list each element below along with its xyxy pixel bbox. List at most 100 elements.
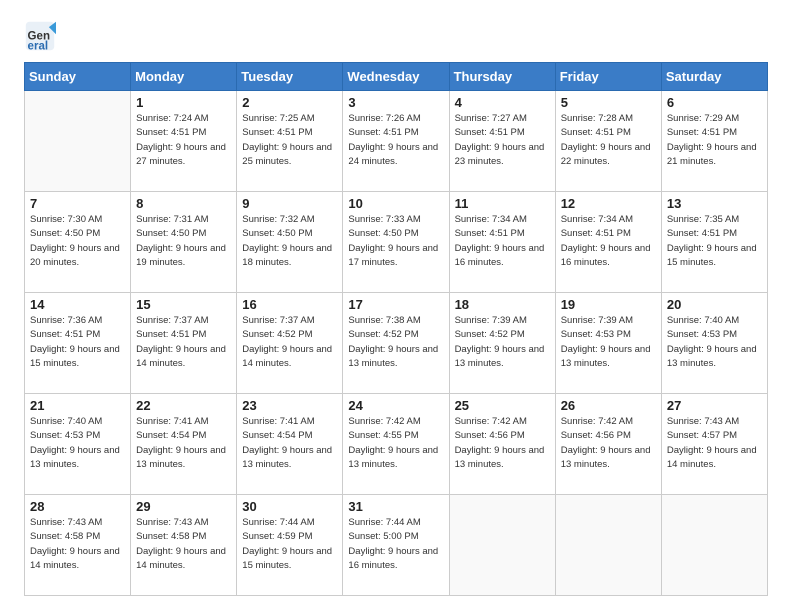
day-number: 29 — [136, 499, 231, 514]
day-info: Sunrise: 7:42 AMSunset: 4:55 PMDaylight:… — [348, 415, 443, 472]
day-cell: 6Sunrise: 7:29 AMSunset: 4:51 PMDaylight… — [661, 91, 767, 192]
weekday-header-saturday: Saturday — [661, 63, 767, 91]
day-number: 3 — [348, 95, 443, 110]
day-number: 24 — [348, 398, 443, 413]
day-info: Sunrise: 7:25 AMSunset: 4:51 PMDaylight:… — [242, 112, 337, 169]
day-info: Sunrise: 7:34 AMSunset: 4:51 PMDaylight:… — [561, 213, 656, 270]
day-info: Sunrise: 7:37 AMSunset: 4:51 PMDaylight:… — [136, 314, 231, 371]
weekday-header-row: SundayMondayTuesdayWednesdayThursdayFrid… — [25, 63, 768, 91]
day-info: Sunrise: 7:26 AMSunset: 4:51 PMDaylight:… — [348, 112, 443, 169]
day-info: Sunrise: 7:34 AMSunset: 4:51 PMDaylight:… — [455, 213, 550, 270]
day-cell: 7Sunrise: 7:30 AMSunset: 4:50 PMDaylight… — [25, 192, 131, 293]
day-info: Sunrise: 7:29 AMSunset: 4:51 PMDaylight:… — [667, 112, 762, 169]
header: Gen eral — [24, 20, 768, 52]
day-cell: 27 Sunrise: 7:43 AMSunset: 4:57 PMDayligh… — [661, 394, 767, 495]
day-number: 21 — [30, 398, 125, 413]
day-info: Sunrise: 7:40 AMSunset: 4:53 PMDaylight:… — [667, 314, 762, 371]
day-cell: 20 Sunrise: 7:40 AMSunset: 4:53 PMDayligh… — [661, 293, 767, 394]
day-cell: 5 Sunrise: 7:28 AMSunset: 4:51 PMDaylight… — [555, 91, 661, 192]
day-number: 20 — [667, 297, 762, 312]
day-cell: 21 Sunrise: 7:40 AMSunset: 4:53 PMDayligh… — [25, 394, 131, 495]
day-info: Sunrise: 7:24 AMSunset: 4:51 PMDaylight:… — [136, 112, 231, 169]
weekday-header-thursday: Thursday — [449, 63, 555, 91]
weekday-header-friday: Friday — [555, 63, 661, 91]
day-cell: 4Sunrise: 7:27 AMSunset: 4:51 PMDaylight… — [449, 91, 555, 192]
day-info: Sunrise: 7:43 AMSunset: 4:58 PMDaylight:… — [136, 516, 231, 573]
day-info: Sunrise: 7:39 AMSunset: 4:52 PMDaylight:… — [455, 314, 550, 371]
day-info: Sunrise: 7:33 AMSunset: 4:50 PMDaylight:… — [348, 213, 443, 270]
day-cell: 30 Sunrise: 7:44 AMSunset: 4:59 PMDayligh… — [237, 495, 343, 596]
day-number: 15 — [136, 297, 231, 312]
day-cell: 22 Sunrise: 7:41 AMSunset: 4:54 PMDayligh… — [131, 394, 237, 495]
day-cell: 24 Sunrise: 7:42 AMSunset: 4:55 PMDayligh… — [343, 394, 449, 495]
day-info: Sunrise: 7:44 AMSunset: 5:00 PMDaylight:… — [348, 516, 443, 573]
day-info: Sunrise: 7:41 AMSunset: 4:54 PMDaylight:… — [136, 415, 231, 472]
day-number: 31 — [348, 499, 443, 514]
day-info: Sunrise: 7:40 AMSunset: 4:53 PMDaylight:… — [30, 415, 125, 472]
day-info: Sunrise: 7:30 AMSunset: 4:50 PMDaylight:… — [30, 213, 125, 270]
day-number: 28 — [30, 499, 125, 514]
day-info: Sunrise: 7:38 AMSunset: 4:52 PMDaylight:… — [348, 314, 443, 371]
day-number: 11 — [455, 196, 550, 211]
day-info: Sunrise: 7:42 AMSunset: 4:56 PMDaylight:… — [561, 415, 656, 472]
day-info: Sunrise: 7:44 AMSunset: 4:59 PMDaylight:… — [242, 516, 337, 573]
weekday-header-monday: Monday — [131, 63, 237, 91]
day-number: 23 — [242, 398, 337, 413]
day-info: Sunrise: 7:37 AMSunset: 4:52 PMDaylight:… — [242, 314, 337, 371]
week-row-1: 1 Sunrise: 7:24 AMSunset: 4:51 PMDaylight… — [25, 91, 768, 192]
day-info: Sunrise: 7:32 AMSunset: 4:50 PMDaylight:… — [242, 213, 337, 270]
day-number: 10 — [348, 196, 443, 211]
day-info: Sunrise: 7:28 AMSunset: 4:51 PMDaylight:… — [561, 112, 656, 169]
day-number: 1 — [136, 95, 231, 110]
day-cell — [555, 495, 661, 596]
day-cell: 9Sunrise: 7:32 AMSunset: 4:50 PMDaylight… — [237, 192, 343, 293]
day-info: Sunrise: 7:43 AMSunset: 4:58 PMDaylight:… — [30, 516, 125, 573]
calendar-table: SundayMondayTuesdayWednesdayThursdayFrid… — [24, 62, 768, 596]
day-cell: 11 Sunrise: 7:34 AMSunset: 4:51 PMDayligh… — [449, 192, 555, 293]
day-cell: 15 Sunrise: 7:37 AMSunset: 4:51 PMDayligh… — [131, 293, 237, 394]
day-number: 14 — [30, 297, 125, 312]
day-cell: 8Sunrise: 7:31 AMSunset: 4:50 PMDaylight… — [131, 192, 237, 293]
day-info: Sunrise: 7:43 AMSunset: 4:57 PMDaylight:… — [667, 415, 762, 472]
day-cell: 29 Sunrise: 7:43 AMSunset: 4:58 PMDayligh… — [131, 495, 237, 596]
day-number: 25 — [455, 398, 550, 413]
day-cell: 19 Sunrise: 7:39 AMSunset: 4:53 PMDayligh… — [555, 293, 661, 394]
day-cell: 10 Sunrise: 7:33 AMSunset: 4:50 PMDayligh… — [343, 192, 449, 293]
day-cell — [661, 495, 767, 596]
day-number: 12 — [561, 196, 656, 211]
day-cell: 17 Sunrise: 7:38 AMSunset: 4:52 PMDayligh… — [343, 293, 449, 394]
day-cell: 12 Sunrise: 7:34 AMSunset: 4:51 PMDayligh… — [555, 192, 661, 293]
weekday-header-wednesday: Wednesday — [343, 63, 449, 91]
day-cell: 25 Sunrise: 7:42 AMSunset: 4:56 PMDayligh… — [449, 394, 555, 495]
day-cell — [25, 91, 131, 192]
day-cell: 18 Sunrise: 7:39 AMSunset: 4:52 PMDayligh… — [449, 293, 555, 394]
weekday-header-sunday: Sunday — [25, 63, 131, 91]
day-number: 27 — [667, 398, 762, 413]
day-number: 2 — [242, 95, 337, 110]
day-info: Sunrise: 7:42 AMSunset: 4:56 PMDaylight:… — [455, 415, 550, 472]
day-number: 17 — [348, 297, 443, 312]
day-number: 22 — [136, 398, 231, 413]
week-row-4: 21 Sunrise: 7:40 AMSunset: 4:53 PMDayligh… — [25, 394, 768, 495]
day-cell: 16 Sunrise: 7:37 AMSunset: 4:52 PMDayligh… — [237, 293, 343, 394]
day-info: Sunrise: 7:36 AMSunset: 4:51 PMDaylight:… — [30, 314, 125, 371]
day-number: 19 — [561, 297, 656, 312]
week-row-2: 7Sunrise: 7:30 AMSunset: 4:50 PMDaylight… — [25, 192, 768, 293]
day-number: 30 — [242, 499, 337, 514]
day-cell: 13Sunrise: 7:35 AMSunset: 4:51 PMDayligh… — [661, 192, 767, 293]
day-cell: 31 Sunrise: 7:44 AMSunset: 5:00 PMDayligh… — [343, 495, 449, 596]
day-number: 16 — [242, 297, 337, 312]
day-number: 26 — [561, 398, 656, 413]
day-info: Sunrise: 7:41 AMSunset: 4:54 PMDaylight:… — [242, 415, 337, 472]
day-info: Sunrise: 7:39 AMSunset: 4:53 PMDaylight:… — [561, 314, 656, 371]
day-cell: 2 Sunrise: 7:25 AMSunset: 4:51 PMDaylight… — [237, 91, 343, 192]
day-number: 4 — [455, 95, 550, 110]
day-cell: 14 Sunrise: 7:36 AMSunset: 4:51 PMDayligh… — [25, 293, 131, 394]
day-number: 5 — [561, 95, 656, 110]
logo-icon: Gen eral — [24, 20, 56, 52]
day-number: 18 — [455, 297, 550, 312]
logo: Gen eral — [24, 20, 60, 52]
day-cell: 23 Sunrise: 7:41 AMSunset: 4:54 PMDayligh… — [237, 394, 343, 495]
day-number: 8 — [136, 196, 231, 211]
day-cell: 28 Sunrise: 7:43 AMSunset: 4:58 PMDayligh… — [25, 495, 131, 596]
